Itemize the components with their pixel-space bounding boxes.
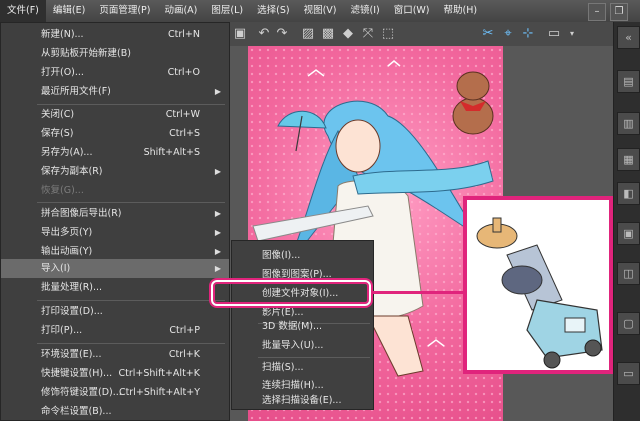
menu-item-new[interactable]: 新建(N)... Ctrl+N [1, 25, 229, 44]
menu-item-new-from-clipboard[interactable]: 从剪贴板开始新建(B) [1, 44, 229, 63]
vector-snap-icon[interactable]: ✂ [480, 26, 496, 42]
chevron-right-icon: ▶ [214, 209, 221, 218]
menubar: 文件(F) 编辑(E) 页面管理(P) 动画(A) 图层(L) 选择(S) 视图… [0, 0, 640, 23]
transform-icon[interactable]: ⤧ [360, 26, 376, 42]
menu-item-save-as[interactable]: 另存为(A)... Shift+Alt+S [1, 143, 229, 162]
submenu-item-3d-data[interactable]: 3D 数据(M)... [232, 317, 373, 336]
menu-item-open[interactable]: 打开(O)... Ctrl+O [1, 63, 229, 82]
chevron-down-icon[interactable]: ▾ [564, 26, 580, 42]
menu-item-import[interactable]: 导入(I) ▶ [1, 259, 229, 278]
submenu-item-scan[interactable]: 扫描(S)... [232, 358, 373, 377]
menu-item-revert: 恢复(G)... [41, 185, 84, 196]
3d-object-illustration [476, 217, 603, 369]
menu-help[interactable]: 帮助(H) [437, 0, 485, 22]
menu-layer[interactable]: 图层(L) [204, 0, 250, 22]
snap-special-ruler-icon[interactable]: ⊹ [520, 26, 536, 42]
panel-collapse-icon[interactable]: « [617, 26, 640, 49]
menu-item-export-multiple[interactable]: 导出多页(Y) ▶ [1, 223, 229, 242]
crop-icon[interactable]: ⬚ [380, 26, 396, 42]
checker-icon[interactable]: ▦ [617, 148, 640, 171]
menu-divider [37, 202, 225, 203]
frame-icon[interactable]: ▭ [546, 26, 562, 42]
chevron-right-icon: ▶ [214, 167, 221, 176]
chevron-right-icon: ▶ [214, 264, 221, 273]
menu-item-preferences[interactable]: 环境设置(E)... Ctrl+K [1, 345, 229, 364]
menu-item-recent-files[interactable]: 最近所用文件(F) ▶ [1, 82, 229, 101]
right-panel: « ▤ ▥ ▦ ◧ ▣ ◫ ▢ ▭ [613, 22, 640, 421]
menu-divider [37, 300, 225, 301]
callout-box [463, 196, 613, 374]
menu-item-print-setup[interactable]: 打印设置(D)... [1, 302, 229, 321]
callout-connector [371, 291, 465, 294]
menu-item-command-bar-settings[interactable]: 命令栏设置(B)... [1, 402, 229, 421]
menu-item-close[interactable]: 关闭(C) Ctrl+W [1, 105, 229, 124]
submenu-item-select-scanner[interactable]: 选择扫描设备(E)... [232, 391, 373, 410]
menu-edit[interactable]: 编辑(E) [46, 0, 92, 22]
chevron-right-icon: ▶ [214, 87, 221, 96]
sub-view-icon[interactable]: ▢ [617, 312, 640, 335]
menu-select[interactable]: 选择(S) [250, 0, 296, 22]
save-icon[interactable]: ▣ [232, 26, 248, 42]
menu-item-shortcut-settings[interactable]: 快捷键设置(H)... Ctrl+Shift+Alt+K [1, 364, 229, 383]
file-menu: 新建(N)... Ctrl+N 从剪贴板开始新建(B) 打开(O)... Ctr… [0, 22, 230, 421]
fill-icon[interactable]: ◆ [340, 26, 356, 42]
menu-file[interactable]: 文件(F) [0, 0, 46, 22]
chevron-right-icon: ▶ [214, 228, 221, 237]
import-submenu: 图像(I)... 图像到图案(P)... 创建文件对象(I)... 影片(E).… [231, 240, 374, 410]
submenu-item-image[interactable]: 图像(I)... [232, 246, 373, 265]
menu-window[interactable]: 窗口(W) [387, 0, 437, 22]
minimize-icon[interactable]: – [588, 3, 606, 21]
menu-item-batch[interactable]: 批量处理(R)... [1, 278, 229, 297]
layer-property-icon[interactable]: ▥ [617, 112, 640, 135]
layer-icon[interactable]: ▤ [617, 70, 640, 93]
snap-ruler-icon[interactable]: ⌖ [500, 26, 516, 42]
menu-divider [37, 343, 225, 344]
menu-item-save[interactable]: 保存(S) Ctrl+S [1, 124, 229, 143]
menu-view[interactable]: 视图(V) [297, 0, 344, 22]
menu-item-save-copy[interactable]: 保存为副本(R) ▶ [1, 162, 229, 181]
menu-item-export-flattened[interactable]: 拼合图像后导出(R) ▶ [1, 204, 229, 223]
layer-search-icon[interactable]: ▣ [617, 222, 640, 245]
menu-item-modifier-settings[interactable]: 修饰符键设置(D)... Ctrl+Shift+Alt+Y [1, 383, 229, 402]
redo-icon[interactable]: ↷ [274, 26, 290, 42]
navigator-icon[interactable]: ◫ [617, 262, 640, 285]
restore-icon[interactable]: ❐ [610, 3, 628, 21]
highlight-frame [211, 280, 371, 306]
menu-filter[interactable]: 滤镜(I) [343, 0, 386, 22]
menu-item-print[interactable]: 打印(P)... Ctrl+P [1, 321, 229, 340]
command-bar: ▣ ↶ ↷ ▨ ▩ ◆ ⤧ ⬚ ✂ ⌖ ⊹ ▭ ▾ [228, 22, 613, 47]
clear-icon[interactable]: ▨ [300, 26, 316, 42]
clear-outside-icon[interactable]: ▩ [320, 26, 336, 42]
menu-page-management[interactable]: 页面管理(P) [92, 0, 157, 22]
material-icon[interactable]: ◧ [617, 182, 640, 205]
history-icon[interactable]: ▭ [617, 362, 640, 385]
menu-animation[interactable]: 动画(A) [157, 0, 204, 22]
undo-icon[interactable]: ↶ [256, 26, 272, 42]
submenu-item-batch-import[interactable]: 批量导入(U)... [232, 336, 373, 355]
